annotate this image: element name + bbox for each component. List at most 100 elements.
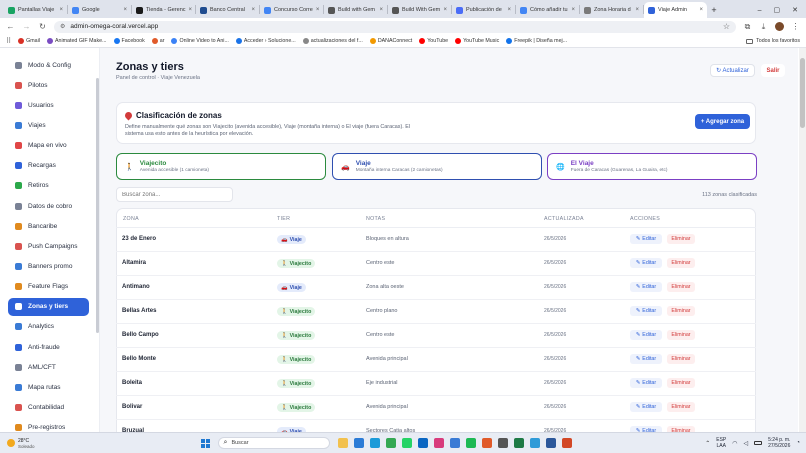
edit-button[interactable]: ✎ Editar bbox=[630, 330, 662, 340]
store-icon[interactable] bbox=[449, 438, 460, 448]
powerpoint-icon[interactable] bbox=[561, 438, 572, 448]
taskbar-search[interactable]: ⌕ Buscar bbox=[217, 437, 330, 449]
sidebar-item-zonas-y-tiers[interactable]: Zonas y tiers bbox=[8, 297, 89, 316]
browser-icon[interactable] bbox=[353, 438, 364, 448]
tool-icon[interactable] bbox=[497, 438, 508, 448]
sidebar-item-viajes[interactable]: Viajes bbox=[8, 116, 89, 134]
close-icon[interactable]: × bbox=[189, 7, 193, 13]
delete-button[interactable]: Eliminar bbox=[667, 306, 695, 316]
browser-tab[interactable]: Banco Central × bbox=[196, 2, 259, 18]
site-info-icon[interactable]: ⚙ bbox=[60, 23, 65, 30]
page-scrollbar-thumb[interactable] bbox=[800, 58, 805, 128]
windows-start-icon[interactable] bbox=[200, 438, 210, 448]
spotify-icon[interactable] bbox=[465, 438, 476, 448]
browser-tab[interactable]: Cómo añadir tu × bbox=[516, 2, 579, 18]
bookmark-item[interactable]: Acceder › Solucione... bbox=[235, 38, 296, 44]
bookmark-item[interactable]: Gmail bbox=[18, 38, 40, 44]
refresh-button[interactable]: ↻ Actualizar bbox=[710, 64, 755, 77]
page-scrollbar[interactable] bbox=[799, 48, 806, 432]
sidebar-scrollbar[interactable] bbox=[96, 78, 99, 333]
tier-card-viajecito[interactable]: 🚶 Viajecito Avenida accesible (1 camioneta… bbox=[116, 153, 326, 180]
tier-card-el-viaje[interactable]: 🌐 El Viaje Fuera de Caracas (Guarenas, La … bbox=[547, 153, 757, 180]
sidebar-item-anti-fraude[interactable]: Anti-fraude bbox=[8, 338, 89, 356]
chrome-icon[interactable] bbox=[385, 438, 396, 448]
sidebar-item-aml-cft[interactable]: AML/CFT bbox=[8, 358, 89, 376]
sidebar-item-mapa-en-vivo[interactable]: Mapa en vivo bbox=[8, 137, 89, 155]
edit-button[interactable]: ✎ Editar bbox=[630, 234, 662, 244]
sidebar-item-pilotos[interactable]: Pilotos bbox=[8, 76, 89, 94]
chat-icon[interactable] bbox=[529, 438, 540, 448]
browser-tab[interactable]: Publicación de × bbox=[452, 2, 515, 18]
close-icon[interactable]: × bbox=[123, 7, 127, 13]
delete-button[interactable]: Eliminar bbox=[667, 258, 695, 268]
edit-button[interactable]: ✎ Editar bbox=[630, 354, 662, 364]
close-icon[interactable]: × bbox=[635, 7, 639, 13]
game-icon[interactable] bbox=[481, 438, 492, 448]
reload-icon[interactable]: ↻ bbox=[38, 22, 47, 31]
sidebar-item-feature-flags[interactable]: Feature Flags bbox=[8, 278, 89, 296]
volume-icon[interactable]: ◁ bbox=[744, 440, 749, 447]
bookmark-item[interactable]: Freepik | Diseña mej... bbox=[506, 38, 567, 44]
bookmark-star-icon[interactable]: ☆ bbox=[723, 22, 730, 31]
edit-button[interactable]: ✎ Editar bbox=[630, 306, 662, 316]
close-icon[interactable]: × bbox=[59, 7, 63, 13]
download-icon[interactable]: ⤓ bbox=[759, 22, 768, 31]
apps-grid-icon[interactable]: ⠿ bbox=[6, 37, 11, 45]
tray-chevron-icon[interactable]: ⌃ bbox=[705, 440, 710, 447]
sidebar-item-modo-config[interactable]: Modo & Config bbox=[8, 56, 89, 74]
bookmark-item[interactable]: YouTube Music bbox=[455, 38, 499, 44]
bookmark-item[interactable]: Animated GIF Make... bbox=[46, 38, 107, 44]
notifications-icon[interactable]: ◔ bbox=[796, 440, 800, 446]
sidebar-item-retiros[interactable]: Retiros bbox=[8, 177, 89, 195]
add-zone-button[interactable]: + Agregar zona bbox=[695, 114, 750, 129]
browser-tab[interactable]: Build with Gem × bbox=[324, 2, 387, 18]
delete-button[interactable]: Eliminar bbox=[667, 330, 695, 340]
bookmark-item[interactable]: Online Video to Ani... bbox=[171, 38, 229, 44]
whatsapp-icon[interactable] bbox=[401, 438, 412, 448]
close-icon[interactable]: × bbox=[379, 7, 383, 13]
browser-tab[interactable]: Tienda - Gerenc × bbox=[132, 2, 195, 18]
all-bookmarks[interactable]: Todos los favoritos bbox=[746, 38, 800, 44]
delete-button[interactable]: Eliminar bbox=[667, 378, 695, 388]
bookmark-item[interactable]: YouTube bbox=[419, 38, 448, 44]
clock[interactable]: 5:24 p. m. 27/5/2026 bbox=[768, 437, 790, 449]
sidebar-item-bancaribe[interactable]: Bancaribe bbox=[8, 217, 89, 235]
forward-icon[interactable]: → bbox=[22, 22, 31, 31]
sidebar-item-banners-promo[interactable]: Banners promo bbox=[8, 258, 89, 276]
bookmark-item[interactable]: ar bbox=[151, 38, 164, 44]
excel-icon[interactable] bbox=[513, 438, 524, 448]
sidebar-item-analytics[interactable]: Analytics bbox=[8, 318, 89, 336]
edge-icon[interactable] bbox=[369, 438, 380, 448]
battery-icon[interactable] bbox=[754, 441, 763, 445]
bookmark-item[interactable]: Facebook bbox=[113, 38, 145, 44]
mail-icon[interactable] bbox=[417, 438, 428, 448]
close-icon[interactable]: × bbox=[571, 7, 575, 13]
profile-icon[interactable] bbox=[775, 22, 784, 31]
close-window-icon[interactable]: ✕ bbox=[792, 6, 798, 14]
close-icon[interactable]: × bbox=[251, 7, 255, 13]
close-icon[interactable]: × bbox=[316, 7, 320, 13]
extensions-icon[interactable]: ⧉ bbox=[743, 22, 752, 31]
sidebar-item-datos-de-cobro[interactable]: Datos de cobro bbox=[8, 197, 89, 215]
word-icon[interactable] bbox=[545, 438, 556, 448]
minimize-icon[interactable]: – bbox=[758, 7, 762, 14]
tier-card-viaje[interactable]: 🚗 Viaje Montaña interna Caracas (2 camione… bbox=[332, 153, 542, 180]
sidebar-item-mapa-rutas[interactable]: Mapa rutas bbox=[8, 378, 89, 396]
bookmark-item[interactable]: DANAConnect bbox=[369, 38, 412, 44]
new-tab-button[interactable]: + bbox=[707, 2, 721, 18]
edit-button[interactable]: ✎ Editar bbox=[630, 378, 662, 388]
edit-button[interactable]: ✎ Editar bbox=[630, 402, 662, 412]
edit-button[interactable]: ✎ Editar bbox=[630, 282, 662, 292]
sidebar-item-pre-registros[interactable]: Pre-registros bbox=[8, 419, 89, 432]
sidebar-item-usuarios[interactable]: Usuarios bbox=[8, 96, 89, 114]
back-icon[interactable]: ← bbox=[6, 22, 15, 31]
close-icon[interactable]: × bbox=[507, 7, 511, 13]
wifi-icon[interactable]: ◠ bbox=[732, 440, 737, 447]
maximize-icon[interactable]: ▢ bbox=[774, 6, 781, 14]
sidebar-item-recargas[interactable]: Recargas bbox=[8, 157, 89, 175]
menu-icon[interactable]: ⋮ bbox=[791, 22, 800, 31]
delete-button[interactable]: Eliminar bbox=[667, 282, 695, 292]
browser-tab[interactable]: Zona Horaria d × bbox=[580, 2, 643, 18]
browser-tab[interactable]: Viaje Admin × bbox=[644, 2, 707, 18]
photos-icon[interactable] bbox=[433, 438, 444, 448]
